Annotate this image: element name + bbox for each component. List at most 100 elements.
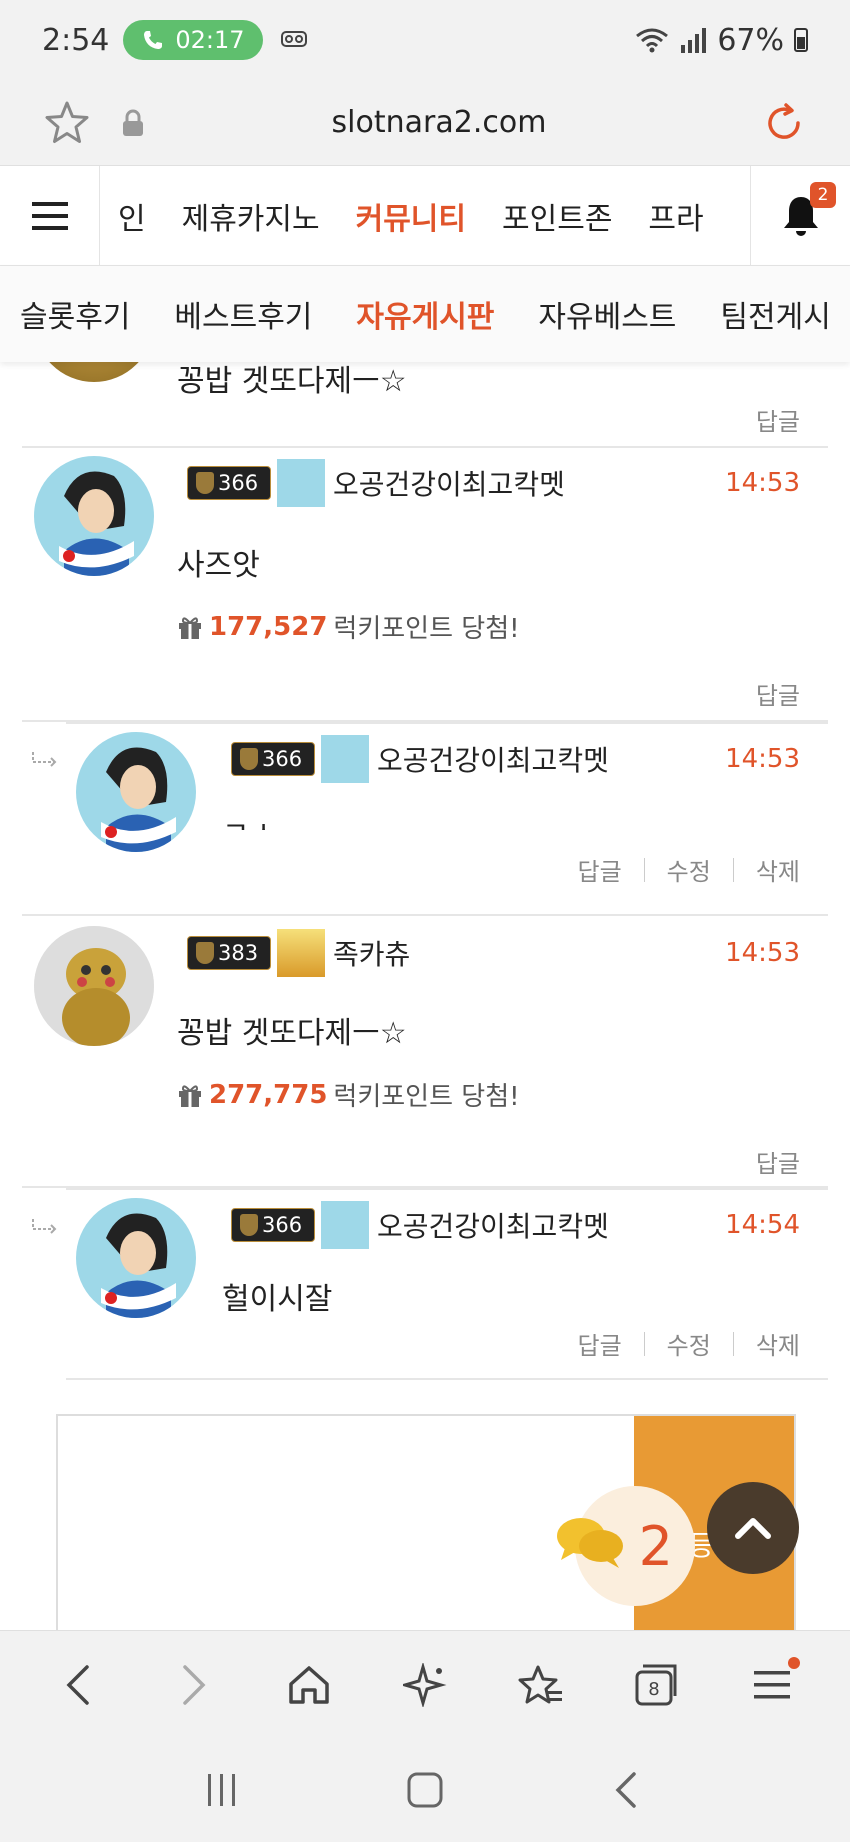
browser-menu-button[interactable] [744,1656,801,1713]
reply-comment-item: 366 오공건강이최고칵멧 14:53 ㄱㅅ 답글 수정 삭제 [66,722,828,914]
back-button[interactable] [50,1657,106,1713]
home-button[interactable] [281,1657,337,1713]
delete-button[interactable]: 삭제 [756,852,800,887]
comment-list: 꽁밥 겟또다제ㅡ☆ 답글 366 오공건강이최고칵멧 14:53 사즈앗 177… [0,362,850,1630]
sub-nav-item[interactable]: 슬롯후기 [20,292,130,336]
level-badge: 366 [231,742,315,776]
avatar[interactable] [34,926,154,1046]
reply-button[interactable]: 답글 [756,1144,800,1179]
main-nav: 인 제휴카지노 커뮤니티 포인트존 프라 2 [0,165,850,266]
edit-button[interactable]: 수정 [667,852,711,887]
sub-nav-item[interactable]: 자유베스트 [538,292,676,336]
chevron-right-icon [182,1664,206,1705]
signal-icon [681,28,707,53]
main-nav-item-active[interactable]: 커뮤니티 [356,194,466,238]
back-nav-icon[interactable] [608,1770,648,1810]
main-nav-item[interactable]: 인 [118,194,146,238]
tab-count: 8 [649,1679,660,1700]
reply-button[interactable]: 답글 [577,852,621,887]
nickname[interactable]: 오공건강이최고칵멧 [333,463,565,503]
divider [732,857,734,882]
level-badge: 366 [231,1208,315,1242]
divider [643,1331,645,1356]
reload-icon[interactable] [760,99,808,147]
lucky-point-line: 177,527 럭키포인트 당첨! [177,608,520,645]
lucky-suffix: 럭키포인트 당첨! [333,614,520,644]
status-right: 67% [635,23,808,58]
call-timer: 02:17 [175,26,245,54]
comment-meta: 366 오공건강이최고칵멧 [187,458,565,508]
wifi-icon [636,28,669,53]
nickname[interactable]: 족카츄 [333,933,410,973]
reply-button[interactable]: 답글 [756,402,800,437]
comment-actions: 답글 [756,402,800,437]
sub-nav-item-active[interactable]: 자유게시판 [356,292,494,336]
lucky-points: 177,527 [209,611,328,642]
comment-meta: 383 족카츄 [187,928,410,978]
scroll-to-top-button[interactable] [707,1482,799,1574]
phone-icon [144,31,163,49]
ai-sparkle-button[interactable] [397,1657,453,1713]
tabs-button[interactable]: 8 [628,1657,684,1713]
comment-text: 꽁밥 겟또다제ㅡ☆ [177,364,407,399]
sub-nav-item[interactable]: 베스트후기 [174,292,312,336]
comment-item: 366 오공건강이최고칵멧 14:53 사즈앗 177,527 럭키포인트 당첨… [22,448,828,722]
status-bar: 2:54 02:17 67% [0,0,850,80]
edit-button[interactable]: 수정 [667,1326,711,1361]
level-shield-icon [240,748,258,770]
nickname[interactable]: 오공건강이최고칵멧 [377,739,609,779]
chevron-up-icon [735,1518,771,1539]
comment-text: 헐이시잘 [222,1282,333,1317]
battery-icon [794,28,808,52]
comment-meta: 366 오공건강이최고칵멧 [231,734,609,784]
level-number: 366 [218,471,259,495]
comment-time: 14:53 [725,468,800,498]
menu-button[interactable] [0,165,100,266]
comment-actions: 답글 수정 삭제 [577,852,800,887]
avatar[interactable] [76,1198,196,1318]
comment-text: 꽁밥 겟또다제ㅡ☆ [177,1016,407,1051]
tabs-icon: 8 [635,1664,677,1705]
star-list-icon [518,1665,562,1703]
reply-button[interactable]: 답글 [756,676,800,711]
browser-toolbar: 8 [0,1630,850,1738]
level-number: 383 [218,941,259,965]
level-shield-icon [196,472,214,494]
lock-icon[interactable] [118,108,148,138]
level-badge: 383 [187,936,271,970]
mini-avatar [277,459,325,507]
bookmarks-button[interactable] [513,1657,569,1713]
notifications-button[interactable]: 2 [750,165,850,266]
forward-button[interactable] [166,1657,222,1713]
comment-item: 꽁밥 겟또다제ㅡ☆ 답글 [22,362,828,448]
battery-percent: 67% [717,22,784,58]
comment-meta: 366 오공건강이최고칵멧 [231,1200,609,1250]
bookmark-star-icon[interactable] [42,98,92,148]
avatar[interactable] [76,732,196,852]
avatar[interactable] [34,456,154,576]
comment-item: 383 족카츄 14:53 꽁밥 겟또다제ㅡ☆ 277,775 럭키포인트 당첨… [22,914,828,1188]
notification-badge: 2 [810,181,836,208]
sub-nav-item[interactable]: 팀전게시 [720,292,830,336]
delete-button[interactable]: 삭제 [756,1326,800,1361]
home-nav-icon[interactable] [405,1770,445,1810]
chat-bubbles-icon[interactable] [555,1514,625,1570]
hamburger-icon [31,201,68,230]
call-indicator[interactable]: 02:17 [123,20,263,60]
comment-text: ㄱㅅ [222,808,277,830]
sub-nav: 슬롯후기 베스트후기 자유게시판 자유베스트 팀전게시 [0,266,850,362]
level-shield-icon [240,1214,258,1236]
avatar[interactable] [34,362,154,382]
status-time: 2:54 [42,22,110,58]
comment-actions: 답글 수정 삭제 [577,1326,800,1361]
chevron-left-icon [66,1664,89,1705]
reply-button[interactable]: 답글 [577,1326,621,1361]
main-nav-item[interactable]: 포인트존 [502,194,612,238]
address-bar: slotnara2.com [0,80,850,166]
recent-apps-icon[interactable] [202,1770,242,1810]
main-nav-item[interactable]: 제휴카지노 [182,194,320,238]
main-nav-item[interactable]: 프라 [648,194,703,238]
nickname[interactable]: 오공건강이최고칵멧 [377,1205,609,1245]
lucky-point-line: 277,775 럭키포인트 당첨! [177,1076,520,1113]
url-text[interactable]: slotnara2.com [148,105,730,140]
